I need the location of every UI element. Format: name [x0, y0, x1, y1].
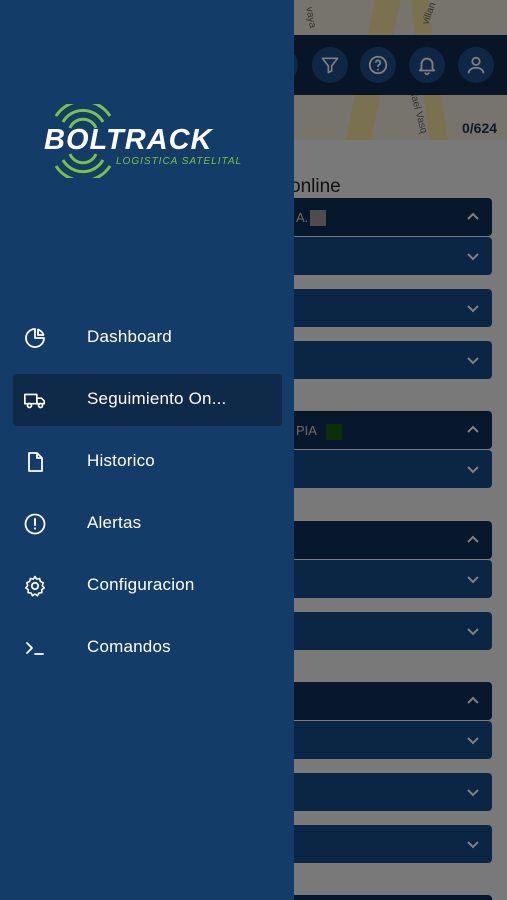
menu-item-label: Seguimiento On... [87, 389, 227, 408]
menu-item-label: Alertas [87, 513, 142, 532]
menu-item-label: Historico [87, 451, 155, 470]
menu-item-historico[interactable]: Historico [13, 436, 282, 488]
menu-item-configuracion[interactable]: Configuracion [13, 560, 282, 612]
brand-logo: BOLTRACK LOGISTICA SATELITAL [40, 99, 255, 183]
truck-icon [23, 388, 47, 412]
menu-item-label: Configuracion [87, 575, 195, 594]
menu-item-comandos[interactable]: Comandos [13, 622, 282, 674]
terminal-icon [23, 636, 47, 660]
gear-icon [23, 574, 47, 598]
menu-item-alertas[interactable]: Alertas [13, 498, 282, 550]
navigation-drawer: BOLTRACK LOGISTICA SATELITAL Dashboard S… [0, 0, 294, 900]
pie-chart-icon [23, 326, 47, 350]
menu-item-label: Dashboard [87, 327, 172, 346]
brand-tagline: LOGISTICA SATELITAL [116, 156, 243, 167]
brand-name: BOLTRACK [44, 124, 213, 156]
document-icon [23, 450, 47, 474]
alert-circle-icon [23, 512, 47, 536]
menu-item-dashboard[interactable]: Dashboard [13, 312, 282, 364]
menu-item-label: Comandos [87, 637, 171, 656]
menu-item-seguimiento-online[interactable]: Seguimiento On... [13, 374, 282, 426]
